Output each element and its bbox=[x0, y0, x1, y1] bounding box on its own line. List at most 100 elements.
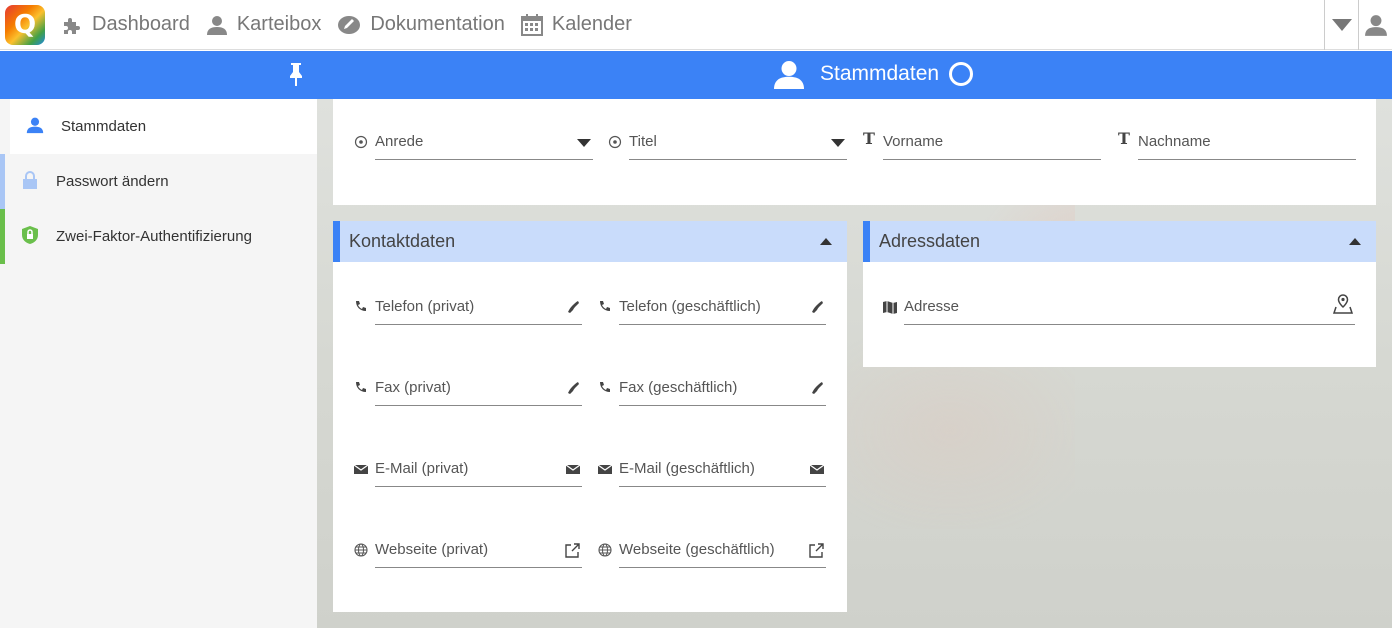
kontaktdaten-title: Kontaktdaten bbox=[349, 231, 456, 251]
email-privat-label: E-Mail (privat) bbox=[375, 460, 469, 477]
field-underline bbox=[619, 486, 826, 487]
envelope-icon bbox=[354, 464, 368, 474]
telefon-geschaeftlich-input[interactable]: Telefon (geschäftlich) bbox=[598, 291, 826, 325]
pin-icon[interactable] bbox=[288, 63, 304, 92]
field-underline bbox=[619, 324, 826, 325]
sidebar-item-label: Passwort ändern bbox=[56, 173, 169, 190]
dropdown-toggle[interactable] bbox=[1324, 0, 1358, 50]
nav-karteibox-label: Karteibox bbox=[236, 13, 322, 35]
sidebar-accent bbox=[0, 209, 5, 264]
phone-call-icon[interactable] bbox=[810, 381, 824, 395]
fax-geschaeftlich-label: Fax (geschäftlich) bbox=[619, 379, 738, 396]
webseite-geschaeftlich-input[interactable]: Webseite (geschäftlich) bbox=[598, 534, 826, 568]
sidebar-item-passwort[interactable]: Passwort ändern bbox=[0, 154, 317, 209]
adressdaten-card: Adressdaten Adresse bbox=[863, 221, 1376, 367]
phone-icon bbox=[356, 382, 366, 392]
field-underline bbox=[375, 405, 582, 406]
telefon-privat-input[interactable]: Telefon (privat) bbox=[354, 291, 582, 325]
titel-select[interactable]: Titel bbox=[608, 126, 847, 160]
page-title-text: Stammdaten bbox=[820, 62, 940, 85]
map-marker-icon[interactable] bbox=[1333, 294, 1353, 314]
external-link-icon[interactable] bbox=[809, 543, 824, 558]
radio-icon bbox=[354, 135, 368, 149]
sidebar-item-2fa[interactable]: Zwei-Faktor-Authentifizierung bbox=[0, 209, 317, 264]
fax-privat-input[interactable]: Fax (privat) bbox=[354, 372, 582, 406]
phone-call-icon[interactable] bbox=[810, 300, 824, 314]
user-icon bbox=[26, 117, 44, 134]
top-navigation: Q Dashboard Karteibox Dokumentation Kale… bbox=[0, 0, 1392, 50]
pencil-icon bbox=[338, 15, 361, 34]
titel-label: Titel bbox=[629, 133, 657, 150]
chevron-down-icon bbox=[1331, 19, 1352, 31]
chevron-down-icon bbox=[577, 139, 591, 147]
webseite-privat-label: Webseite (privat) bbox=[375, 541, 489, 558]
phone-icon bbox=[600, 301, 610, 311]
sidebar-item-label: Stammdaten bbox=[61, 118, 147, 135]
chevron-down-icon bbox=[831, 139, 845, 147]
phone-call-icon[interactable] bbox=[566, 300, 580, 314]
chevron-up-icon[interactable] bbox=[820, 238, 832, 245]
kontaktdaten-card: Kontaktdaten Telefon (privat) Telefon (g… bbox=[333, 221, 847, 612]
adressdaten-title: Adressdaten bbox=[879, 231, 981, 251]
webseite-privat-input[interactable]: Webseite (privat) bbox=[354, 534, 582, 568]
sidebar-accent bbox=[0, 154, 5, 209]
envelope-icon bbox=[598, 464, 612, 474]
telefon-geschaeftlich-label: Telefon (geschäftlich) bbox=[619, 298, 761, 315]
vorname-label: Vorname bbox=[883, 133, 944, 150]
globe-icon bbox=[598, 543, 612, 557]
nav-kalender-label: Kalender bbox=[551, 13, 632, 35]
sidebar-item-stammdaten[interactable]: Stammdaten bbox=[0, 99, 317, 154]
anrede-select[interactable]: Anrede bbox=[354, 126, 593, 160]
app-logo[interactable]: Q bbox=[5, 4, 45, 45]
text-icon: T bbox=[863, 128, 875, 148]
envelope-icon[interactable] bbox=[566, 462, 580, 476]
fax-geschaeftlich-input[interactable]: Fax (geschäftlich) bbox=[598, 372, 826, 406]
chevron-up-icon[interactable] bbox=[1349, 238, 1361, 245]
nav-dashboard[interactable]: Dashboard bbox=[61, 13, 190, 36]
field-underline bbox=[883, 159, 1101, 160]
email-geschaeftlich-input[interactable]: E-Mail (geschäftlich) bbox=[598, 453, 826, 487]
field-underline bbox=[375, 486, 582, 487]
radio-icon bbox=[608, 135, 622, 149]
nav-dokumentation-label: Dokumentation bbox=[370, 13, 505, 35]
puzzle-icon bbox=[64, 17, 80, 34]
fax-privat-label: Fax (privat) bbox=[375, 379, 451, 396]
nachname-input[interactable]: T Nachname bbox=[1117, 126, 1356, 160]
phone-call-icon[interactable] bbox=[566, 381, 580, 395]
user-icon bbox=[1364, 15, 1387, 36]
field-underline bbox=[619, 405, 826, 406]
telefon-privat-label: Telefon (privat) bbox=[375, 298, 475, 315]
field-underline bbox=[629, 159, 847, 160]
calendar-icon bbox=[520, 13, 543, 36]
globe-icon bbox=[354, 543, 368, 557]
lock-icon bbox=[23, 171, 37, 189]
phone-icon bbox=[356, 301, 366, 311]
sidebar-item-label: Zwei-Faktor-Authentifizierung bbox=[56, 228, 252, 245]
anrede-label: Anrede bbox=[375, 133, 424, 150]
section-header-bar bbox=[0, 51, 1392, 99]
user-menu-button[interactable] bbox=[1358, 0, 1392, 50]
vorname-input[interactable]: T Vorname bbox=[862, 126, 1101, 160]
nav-dokumentation[interactable]: Dokumentation bbox=[337, 13, 505, 36]
email-privat-input[interactable]: E-Mail (privat) bbox=[354, 453, 582, 487]
text-icon: T bbox=[1118, 128, 1130, 148]
email-geschaeftlich-label: E-Mail (geschäftlich) bbox=[619, 460, 755, 477]
kontaktdaten-header[interactable]: Kontaktdaten bbox=[333, 221, 847, 262]
webseite-geschaeftlich-label: Webseite (geschäftlich) bbox=[619, 541, 775, 558]
nav-karteibox[interactable]: Karteibox bbox=[206, 13, 322, 36]
field-underline bbox=[1138, 159, 1356, 160]
adresse-input[interactable]: Adresse bbox=[883, 291, 1355, 325]
nav-kalender[interactable]: Kalender bbox=[520, 13, 632, 36]
stammdaten-card: Anrede Titel T Vorname T Nachname bbox=[333, 99, 1376, 205]
nav-dashboard-label: Dashboard bbox=[92, 13, 190, 35]
field-underline bbox=[375, 159, 593, 160]
map-icon bbox=[883, 301, 897, 314]
nachname-label: Nachname bbox=[1138, 133, 1211, 150]
envelope-icon[interactable] bbox=[810, 462, 824, 476]
adressdaten-header[interactable]: Adressdaten bbox=[863, 221, 1376, 262]
shield-icon bbox=[22, 226, 38, 244]
phone-icon bbox=[600, 382, 610, 392]
loading-ring-icon bbox=[949, 62, 974, 86]
page-title: Stammdaten bbox=[774, 59, 974, 89]
external-link-icon[interactable] bbox=[565, 543, 580, 558]
